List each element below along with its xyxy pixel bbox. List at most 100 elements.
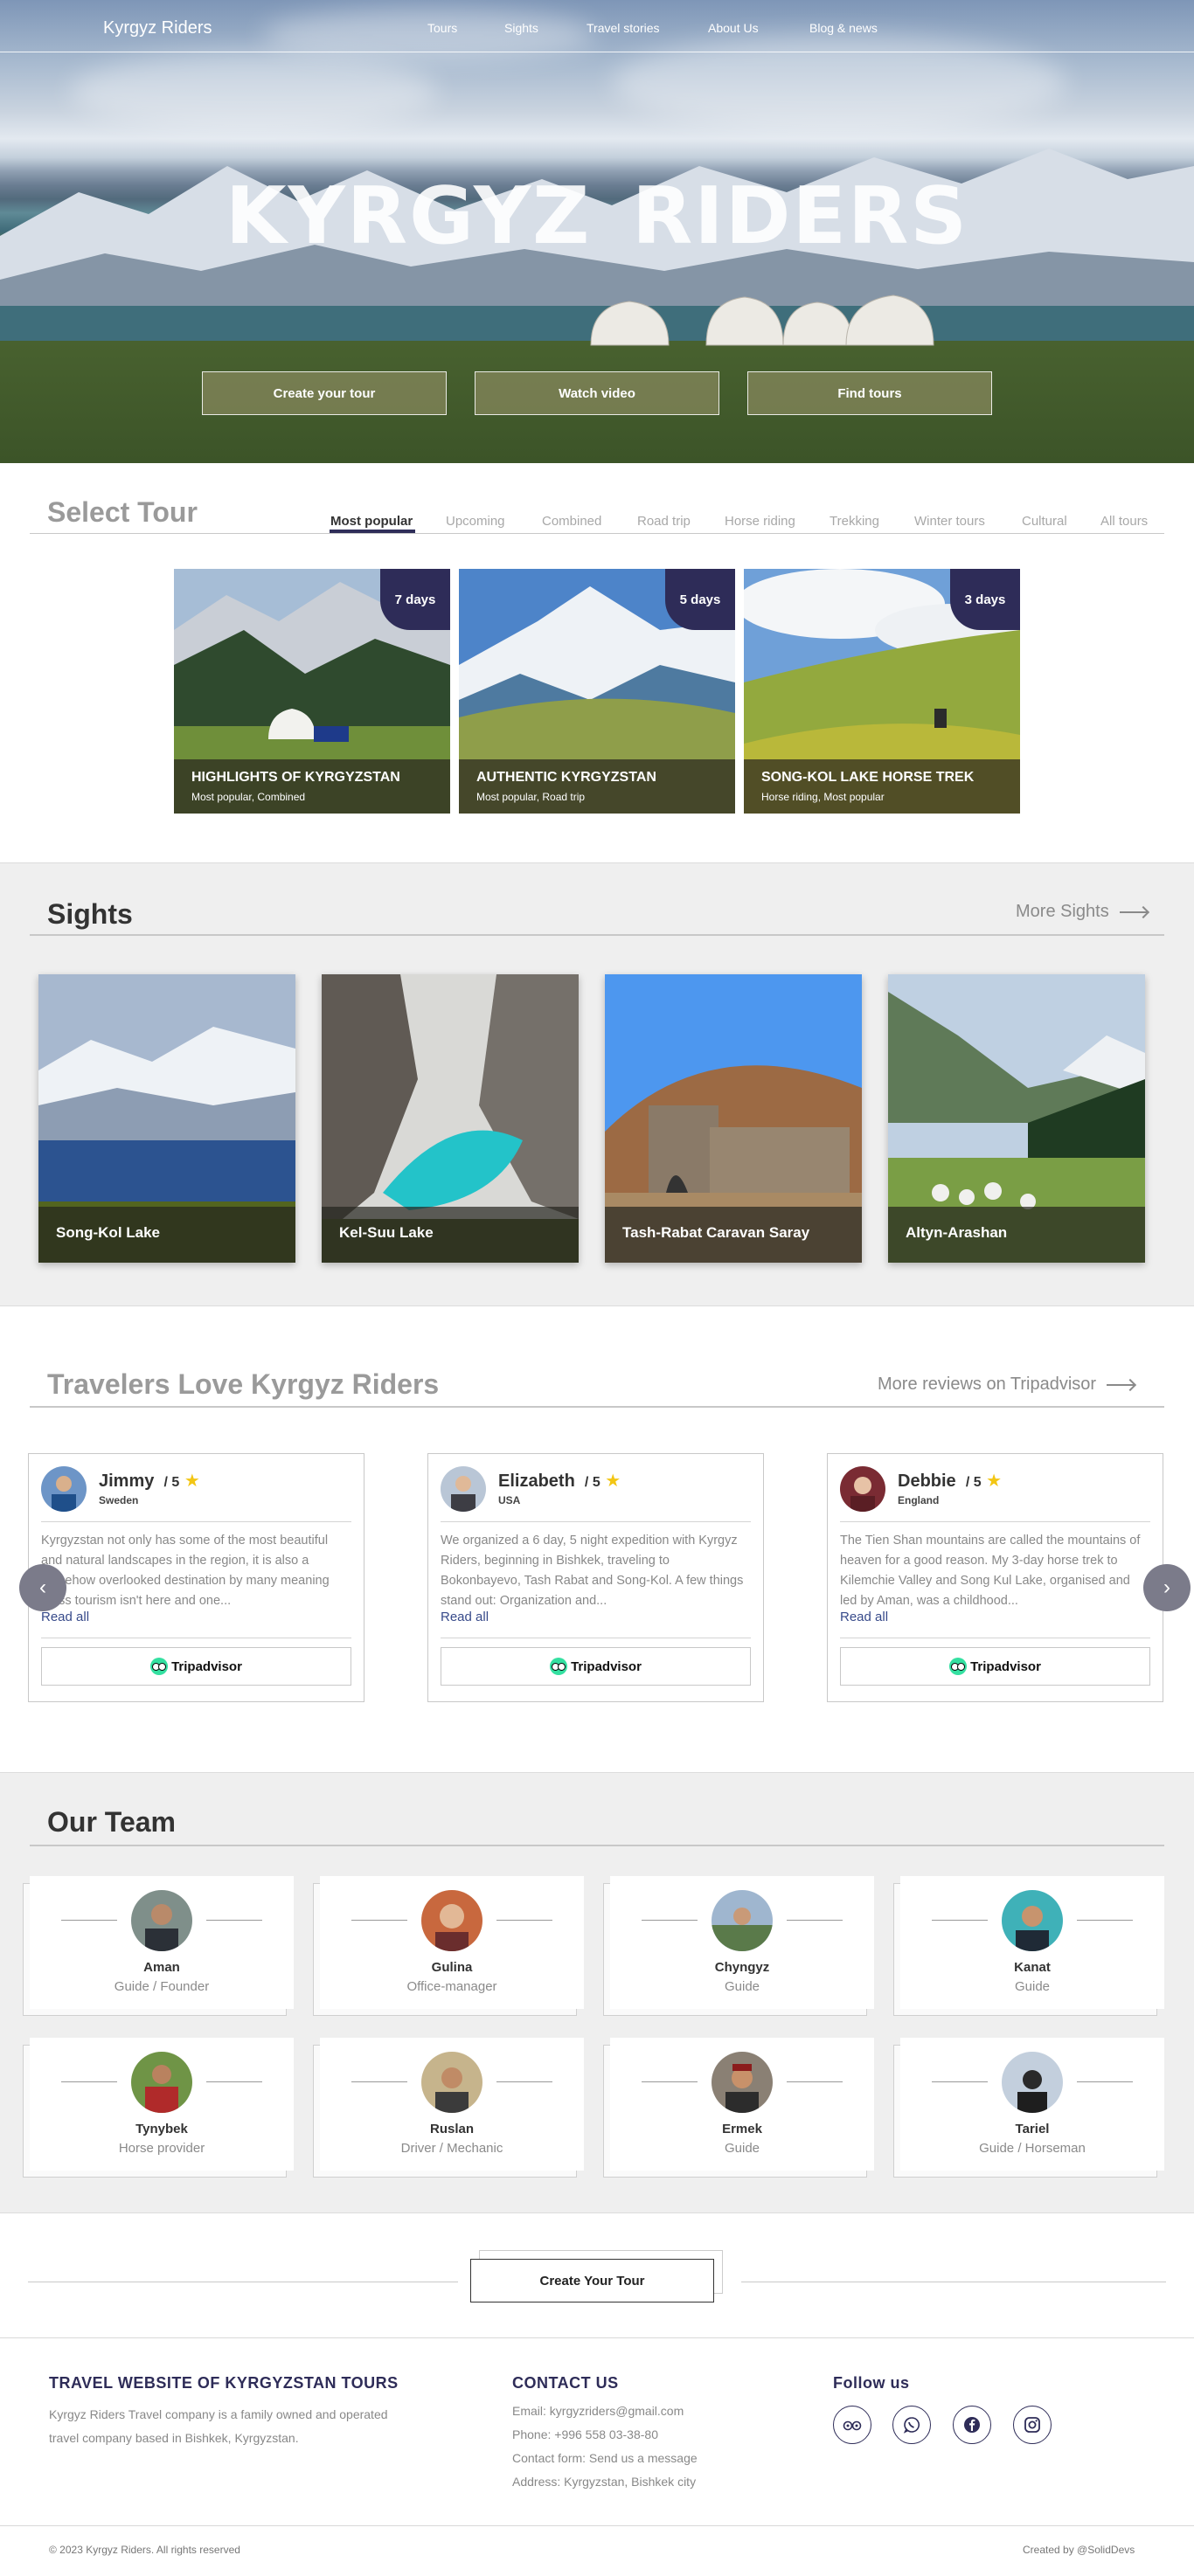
instagram-social-button[interactable] [1013, 2406, 1052, 2444]
read-all-link[interactable]: Read all [441, 1610, 489, 1624]
divider [1077, 1920, 1133, 1921]
carousel-prev-button[interactable]: ‹ [19, 1564, 66, 1611]
brand-logo[interactable]: Kyrgyz Riders [103, 18, 212, 38]
avatar [41, 1466, 87, 1512]
footer-about-text: Kyrgyz Riders Travel company is a family… [49, 2407, 388, 2445]
member-name: Ruslan [429, 2122, 474, 2136]
tour-tags: Most popular, Road trip [476, 791, 586, 803]
review-score: / 5 [163, 1475, 180, 1490]
tripadvisor-social-button[interactable] [833, 2406, 871, 2444]
more-reviews-link[interactable]: More reviews on Tripadvisor [878, 1375, 1135, 1395]
tour-tags: Horse riding, Most popular [761, 791, 885, 803]
tripadvisor-label: Tripadvisor [171, 1658, 242, 1674]
member-role: Guide [724, 1979, 760, 1994]
divider [496, 1920, 552, 1921]
divider [61, 1920, 117, 1921]
divider [642, 2081, 698, 2082]
reviews-title: Travelers Love Kyrgyz Riders [47, 1368, 440, 1400]
developer-credit[interactable]: Created by @SolidDevs [1023, 2544, 1135, 2556]
member-role: Guide / Founder [114, 1979, 210, 1994]
sight-card[interactable]: Altyn-Arashan [888, 974, 1145, 1263]
contact-phone[interactable]: Phone: +996 558 03-38-80 [512, 2423, 658, 2447]
tab-combined[interactable]: Combined [542, 514, 601, 529]
tab-most-popular[interactable]: Most popular [330, 514, 413, 529]
member-name: Aman [143, 1960, 180, 1975]
read-all-link[interactable]: Read all [41, 1610, 89, 1624]
carousel-next-button[interactable]: › [1143, 1564, 1191, 1611]
tab-all-tours[interactable]: All tours [1100, 514, 1148, 529]
tab-upcoming[interactable]: Upcoming [446, 514, 505, 529]
tripadvisor-button[interactable]: Tripadvisor [441, 1647, 751, 1686]
sight-card[interactable]: Song-Kol Lake [38, 974, 295, 1263]
create-tour-button[interactable]: Create your tour [202, 371, 447, 415]
facebook-social-button[interactable] [953, 2406, 991, 2444]
tab-road-trip[interactable]: Road trip [637, 514, 691, 529]
nav-travel-stories[interactable]: Travel stories [587, 21, 660, 35]
create-your-tour-button[interactable]: Create Your Tour [470, 2259, 714, 2302]
more-sights-link[interactable]: More Sights [1016, 902, 1148, 922]
nav-about-us[interactable]: About Us [708, 21, 759, 35]
hero-title: Kyrgyz riders [0, 140, 1194, 270]
whatsapp-social-button[interactable] [892, 2406, 931, 2444]
tour-duration-badge: 5 days [665, 569, 735, 630]
tab-winter-tours[interactable]: Winter tours [914, 514, 985, 529]
divider [61, 2081, 117, 2082]
member-name: Kanat [1014, 1960, 1051, 1975]
read-all-link[interactable]: Read all [840, 1610, 888, 1624]
divider [1077, 2081, 1133, 2082]
member-photo-image [435, 2067, 469, 2113]
tab-cultural[interactable]: Cultural [1022, 514, 1067, 529]
member-photo [1002, 2052, 1063, 2113]
divider [441, 1521, 751, 1522]
member-name: Ermek [722, 2122, 762, 2136]
tour-card[interactable]: 5 days AUTHENTIC KYRGYZSTAN Most popular… [459, 569, 735, 814]
team-member-card: Chyngyz Guide [610, 1876, 874, 2009]
divider [787, 2081, 843, 2082]
sight-card[interactable]: Tash-Rabat Caravan Saray [605, 974, 862, 1263]
member-role: Horse provider [118, 2141, 205, 2156]
reviewer-name: Elizabeth / 5 ★ [498, 1470, 621, 1492]
team-member-card: Kanat Guide [900, 1876, 1164, 2009]
sight-name: Tash-Rabat Caravan Saray [605, 1207, 862, 1263]
tripadvisor-button[interactable]: Tripadvisor [41, 1647, 351, 1686]
tour-tags: Most popular, Combined [191, 791, 306, 803]
avatar-image [850, 1477, 875, 1512]
tripadvisor-label: Tripadvisor [970, 1658, 1041, 1674]
member-role: Guide [1014, 1979, 1051, 1994]
tour-duration-badge: 7 days [380, 569, 450, 630]
divider [206, 1920, 262, 1921]
avatar-image [52, 1476, 76, 1512]
tab-trekking[interactable]: Trekking [830, 514, 879, 529]
tour-info: SONG-KOL LAKE HORSE TREK Horse riding, M… [744, 759, 1020, 814]
tour-card[interactable]: 3 days SONG-KOL LAKE HORSE TREK Horse ri… [744, 569, 1020, 814]
member-photo-image [725, 2064, 759, 2113]
contact-form-link[interactable]: Contact form: Send us a message [512, 2447, 698, 2470]
tripadvisor-button[interactable]: Tripadvisor [840, 1647, 1150, 1686]
nav-tours[interactable]: Tours [427, 21, 457, 35]
footer-contact-title: CONTACT US [512, 2374, 619, 2392]
instagram-icon [1024, 2417, 1040, 2433]
contact-email[interactable]: Email: kyrgyzriders@gmail.com [512, 2399, 684, 2423]
tab-horse-riding[interactable]: Horse riding [725, 514, 795, 529]
review-score: / 5 [965, 1475, 982, 1490]
divider [840, 1521, 1150, 1522]
hero-title-text: Kyrgyz riders [225, 140, 969, 270]
watch-video-button[interactable]: Watch video [475, 371, 719, 415]
find-tours-button[interactable]: Find tours [747, 371, 992, 415]
sight-card[interactable]: Kel-Suu Lake [322, 974, 579, 1263]
reviewer-country: England [898, 1494, 940, 1506]
nav-sights[interactable]: Sights [504, 21, 538, 35]
tour-duration-badge: 3 days [950, 569, 1020, 630]
star-icon: ★ [605, 1472, 621, 1491]
member-photo [421, 1890, 482, 1951]
member-name: Tynybek [135, 2122, 188, 2136]
reviewer-name-text: Jimmy [99, 1472, 155, 1491]
member-role: Driver / Mechanic [400, 2141, 503, 2156]
nav-blog-news[interactable]: Blog & news [809, 21, 878, 35]
member-photo [712, 1890, 773, 1951]
reviewer-name-text: Debbie [898, 1472, 956, 1491]
member-photo-image [145, 2065, 178, 2113]
tour-card[interactable]: 7 days HIGHLIGHTS OF KYRGYZSTAN Most pop… [174, 569, 450, 814]
arrow-right-icon [1119, 911, 1148, 913]
divider [642, 1920, 698, 1921]
